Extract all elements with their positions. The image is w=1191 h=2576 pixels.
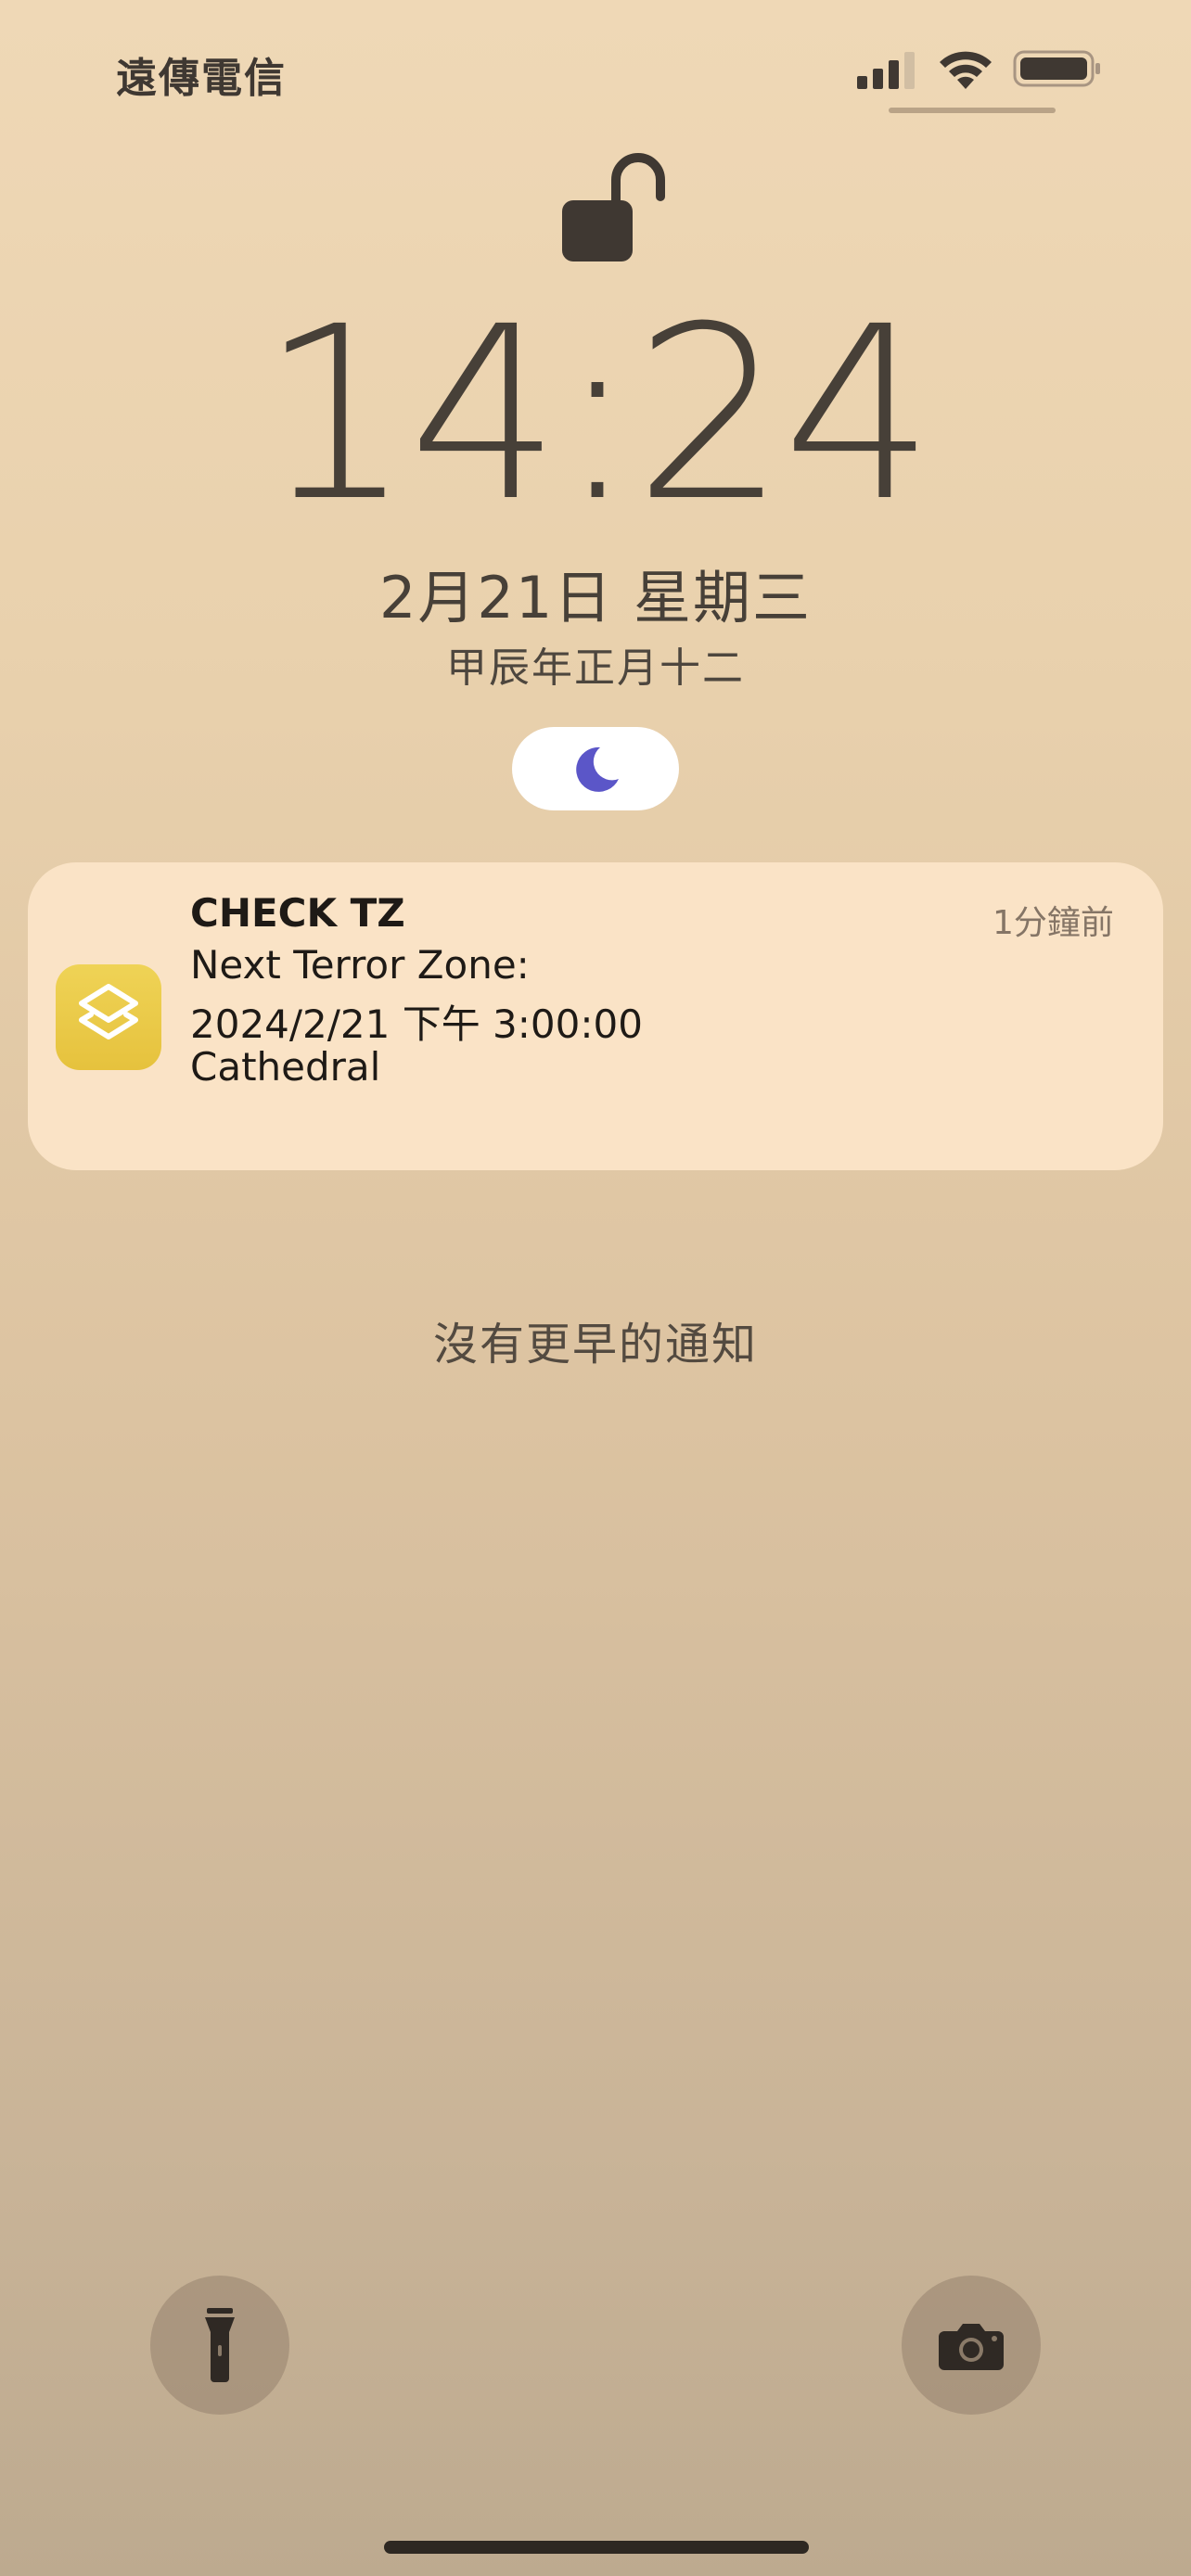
- focus-mode-button[interactable]: [512, 727, 679, 810]
- notification-body-line: 2024/2/21 下午 3:00:00: [190, 1001, 643, 1047]
- flashlight-icon: [205, 2308, 235, 2382]
- status-bar-indicator: [889, 108, 1056, 113]
- no-older-notifications-label: 沒有更早的通知: [432, 1319, 758, 1371]
- lunar-date: 甲辰年正月十二: [446, 644, 745, 692]
- notification-timestamp: 1分鐘前: [992, 904, 1114, 942]
- shortcuts-app-icon: [56, 964, 161, 1070]
- shortcuts-layers-icon: [79, 984, 138, 1039]
- unlocked-padlock-icon: [562, 153, 665, 261]
- camera-button[interactable]: [902, 2276, 1041, 2415]
- lock-screen-time: 14:24: [260, 275, 935, 554]
- moon-icon: [576, 746, 619, 792]
- home-indicator[interactable]: [384, 2541, 809, 2554]
- notification-title: CHECK TZ: [190, 890, 405, 936]
- lock-screen-date: 2月21日 星期三: [378, 564, 813, 631]
- notification-body-line: Cathedral: [190, 1044, 381, 1090]
- carrier-name: 遠傳電信: [116, 55, 287, 102]
- camera-icon: [939, 2324, 1004, 2370]
- flashlight-button[interactable]: [150, 2276, 289, 2415]
- cellular-signal-icon: [857, 52, 915, 89]
- battery-icon: [1013, 50, 1100, 87]
- notification-body-line: Next Terror Zone:: [190, 942, 530, 988]
- wifi-icon: [940, 51, 992, 89]
